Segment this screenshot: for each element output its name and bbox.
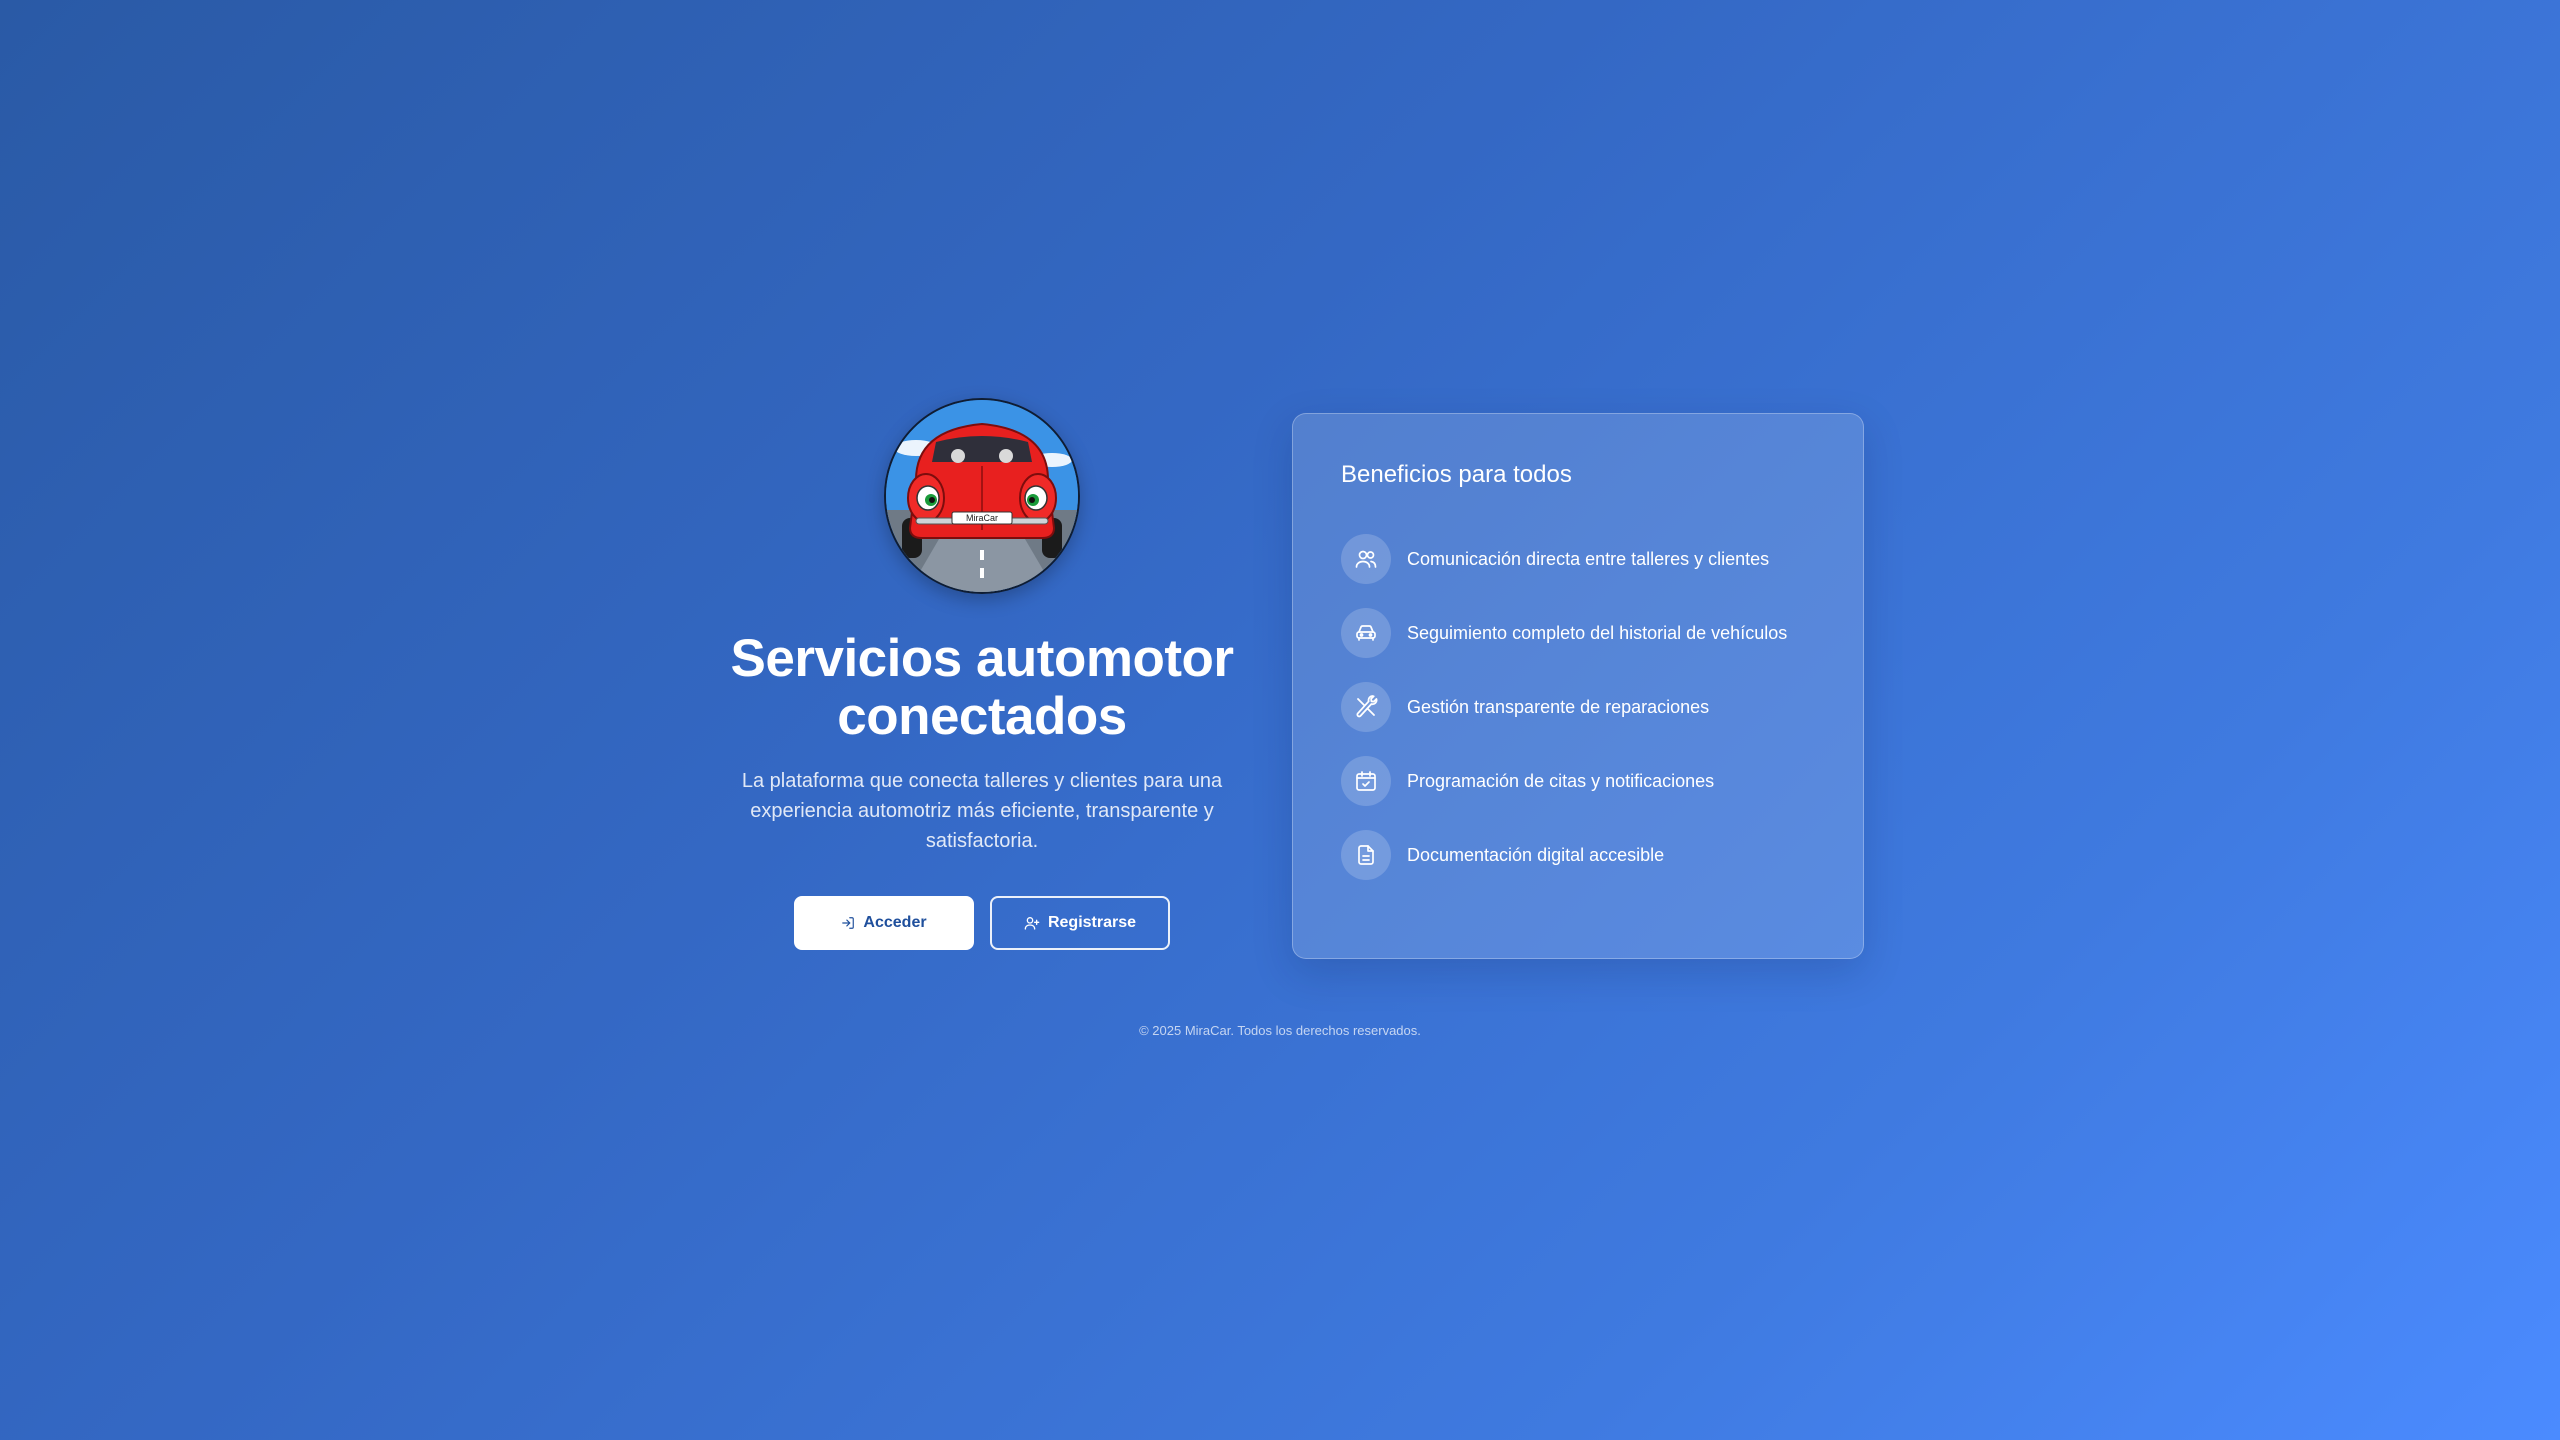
benefits-list: Comunicación directa entre talleres y cl… xyxy=(1341,534,1815,880)
benefit-label: Gestión transparente de reparaciones xyxy=(1407,697,1710,717)
login-button-label: Acceder xyxy=(863,914,927,931)
benefits-title: Beneficios para todos xyxy=(1341,461,1572,488)
page-title-line-1: Servicios automotor xyxy=(730,629,1234,688)
hero-actions: Acceder Registrarse xyxy=(794,896,1170,950)
footer-copyright: © 2025 MiraCar. Todos los derechos reser… xyxy=(1139,1023,1421,1038)
login-button[interactable]: Acceder xyxy=(794,896,974,950)
page-title-line-2: conectados xyxy=(837,687,1127,746)
document-icon xyxy=(1341,830,1391,880)
page-title: Servicios automotor conectados xyxy=(731,630,1234,746)
benefits-card: Beneficios para todos Comunicación direc… xyxy=(1292,413,1864,959)
calendar-check-icon xyxy=(1341,756,1391,806)
car-icon xyxy=(1341,608,1391,658)
user-plus-icon xyxy=(1024,915,1040,931)
login-icon xyxy=(841,916,855,930)
logo-plate-text: MiraCar xyxy=(966,513,998,523)
benefit-item-history: Seguimiento completo del historial de ve… xyxy=(1341,608,1815,658)
benefit-item-communication: Comunicación directa entre talleres y cl… xyxy=(1341,534,1815,584)
benefit-label: Documentación digital accesible xyxy=(1407,845,1665,865)
benefit-label: Programación de citas y notificaciones xyxy=(1407,771,1715,791)
benefit-item-documentation: Documentación digital accesible xyxy=(1341,830,1815,880)
register-button[interactable]: Registrarse xyxy=(990,896,1170,950)
benefit-label: Seguimiento completo del historial de ve… xyxy=(1407,623,1788,643)
hero-section: MiraCar Servicios automotor conectados L… xyxy=(720,398,1244,950)
benefit-item-appointments: Programación de citas y notificaciones xyxy=(1341,756,1815,806)
benefit-item-repairs: Gestión transparente de reparaciones xyxy=(1341,682,1815,732)
wrench-icon xyxy=(1341,682,1391,732)
car-logo-icon: MiraCar xyxy=(886,400,1078,592)
register-button-label: Registrarse xyxy=(1047,914,1137,931)
miracar-logo: MiraCar xyxy=(884,398,1080,594)
users-icon xyxy=(1341,534,1391,584)
benefit-label: Comunicación directa entre talleres y cl… xyxy=(1407,549,1770,569)
hero-subtitle: La plataforma que conecta talleres y cli… xyxy=(741,770,1223,852)
